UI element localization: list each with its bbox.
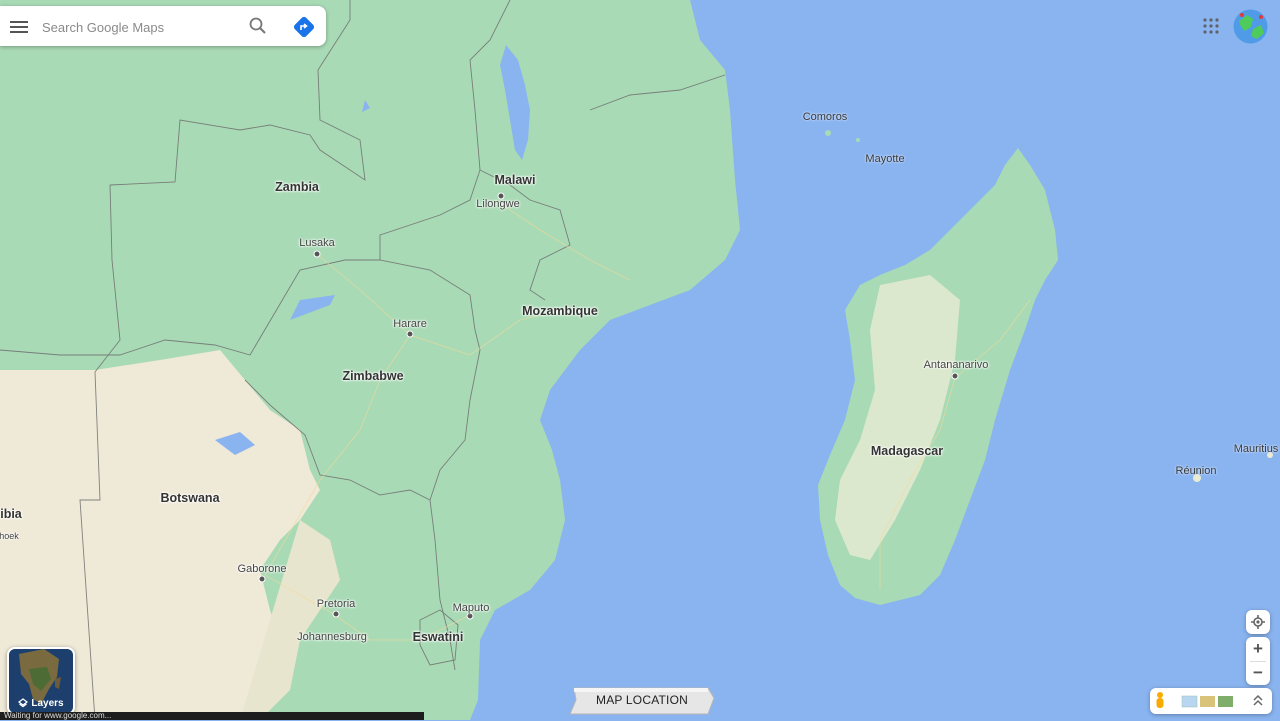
zoom-controls: + − [1246, 637, 1270, 685]
capital-dot [258, 575, 266, 583]
layers-icon [18, 698, 29, 708]
map-label-island[interactable]: Comoros [803, 111, 848, 123]
map-label-city[interactable]: hoek [0, 531, 19, 541]
zoom-out-button[interactable]: − [1246, 661, 1270, 685]
map-label-island[interactable]: Mauritius [1234, 443, 1279, 455]
map-label-country[interactable]: Malawi [495, 173, 536, 187]
capital-dot [951, 372, 959, 380]
search-icon[interactable] [248, 16, 268, 36]
hamburger-menu-icon[interactable] [10, 18, 28, 34]
my-location-icon [1251, 615, 1265, 629]
map-label-city[interactable]: Gaborone [238, 563, 287, 575]
map-label-island[interactable]: Mayotte [865, 153, 904, 165]
map-label-country[interactable]: Madagascar [871, 444, 943, 458]
zoom-in-button[interactable]: + [1246, 637, 1270, 661]
map-label-city[interactable]: Antananarivo [924, 359, 989, 371]
map-label-country[interactable]: Botswana [160, 491, 219, 505]
map-label-country[interactable]: Zimbabwe [342, 369, 403, 383]
map-label-city[interactable]: Pretoria [317, 598, 356, 610]
map-location-banner: MAP LOCATION [568, 686, 716, 716]
map-bottom-toolbar [1150, 688, 1272, 714]
satellite-layer-icon[interactable] [1218, 696, 1233, 707]
terrain-layer-icon[interactable] [1181, 695, 1198, 708]
map-label-city[interactable]: Harare [393, 318, 427, 330]
search-box [0, 6, 326, 46]
browser-status-bar: Waiting for www.google.com... [0, 712, 424, 720]
map-label-city[interactable]: Lusaka [299, 237, 334, 249]
map-label-country[interactable]: Mozambique [522, 304, 598, 318]
layers-label: Layers [9, 698, 73, 709]
directions-icon[interactable] [292, 15, 316, 39]
capital-dot [406, 330, 414, 338]
account-avatar-icon[interactable] [1233, 9, 1268, 44]
map-label-country[interactable]: Eswatini [413, 630, 464, 644]
map-label-city[interactable]: Lilongwe [476, 198, 519, 210]
capital-dot [313, 250, 321, 258]
capital-dot [332, 610, 340, 618]
map-label-country[interactable]: ibia [0, 507, 22, 521]
map-label-city[interactable]: Johannesburg [297, 631, 367, 643]
layers-button[interactable]: Layers [7, 647, 75, 715]
my-location-button[interactable] [1246, 610, 1270, 634]
status-text: Waiting for www.google.com... [4, 712, 112, 720]
map-canvas[interactable] [0, 0, 1280, 720]
banner-text: MAP LOCATION [596, 693, 688, 707]
pegman-icon[interactable] [1156, 692, 1164, 708]
traffic-layer-icon[interactable] [1200, 696, 1215, 707]
map-label-country[interactable]: Zambia [275, 180, 319, 194]
toolbar-icons [1156, 692, 1263, 708]
map-label-island[interactable]: Réunion [1176, 465, 1217, 477]
search-input[interactable] [40, 14, 244, 40]
layers-text: Layers [31, 698, 64, 709]
map-label-city[interactable]: Maputo [453, 602, 490, 614]
google-apps-icon[interactable] [1202, 17, 1220, 35]
expand-up-icon[interactable] [1253, 694, 1263, 706]
